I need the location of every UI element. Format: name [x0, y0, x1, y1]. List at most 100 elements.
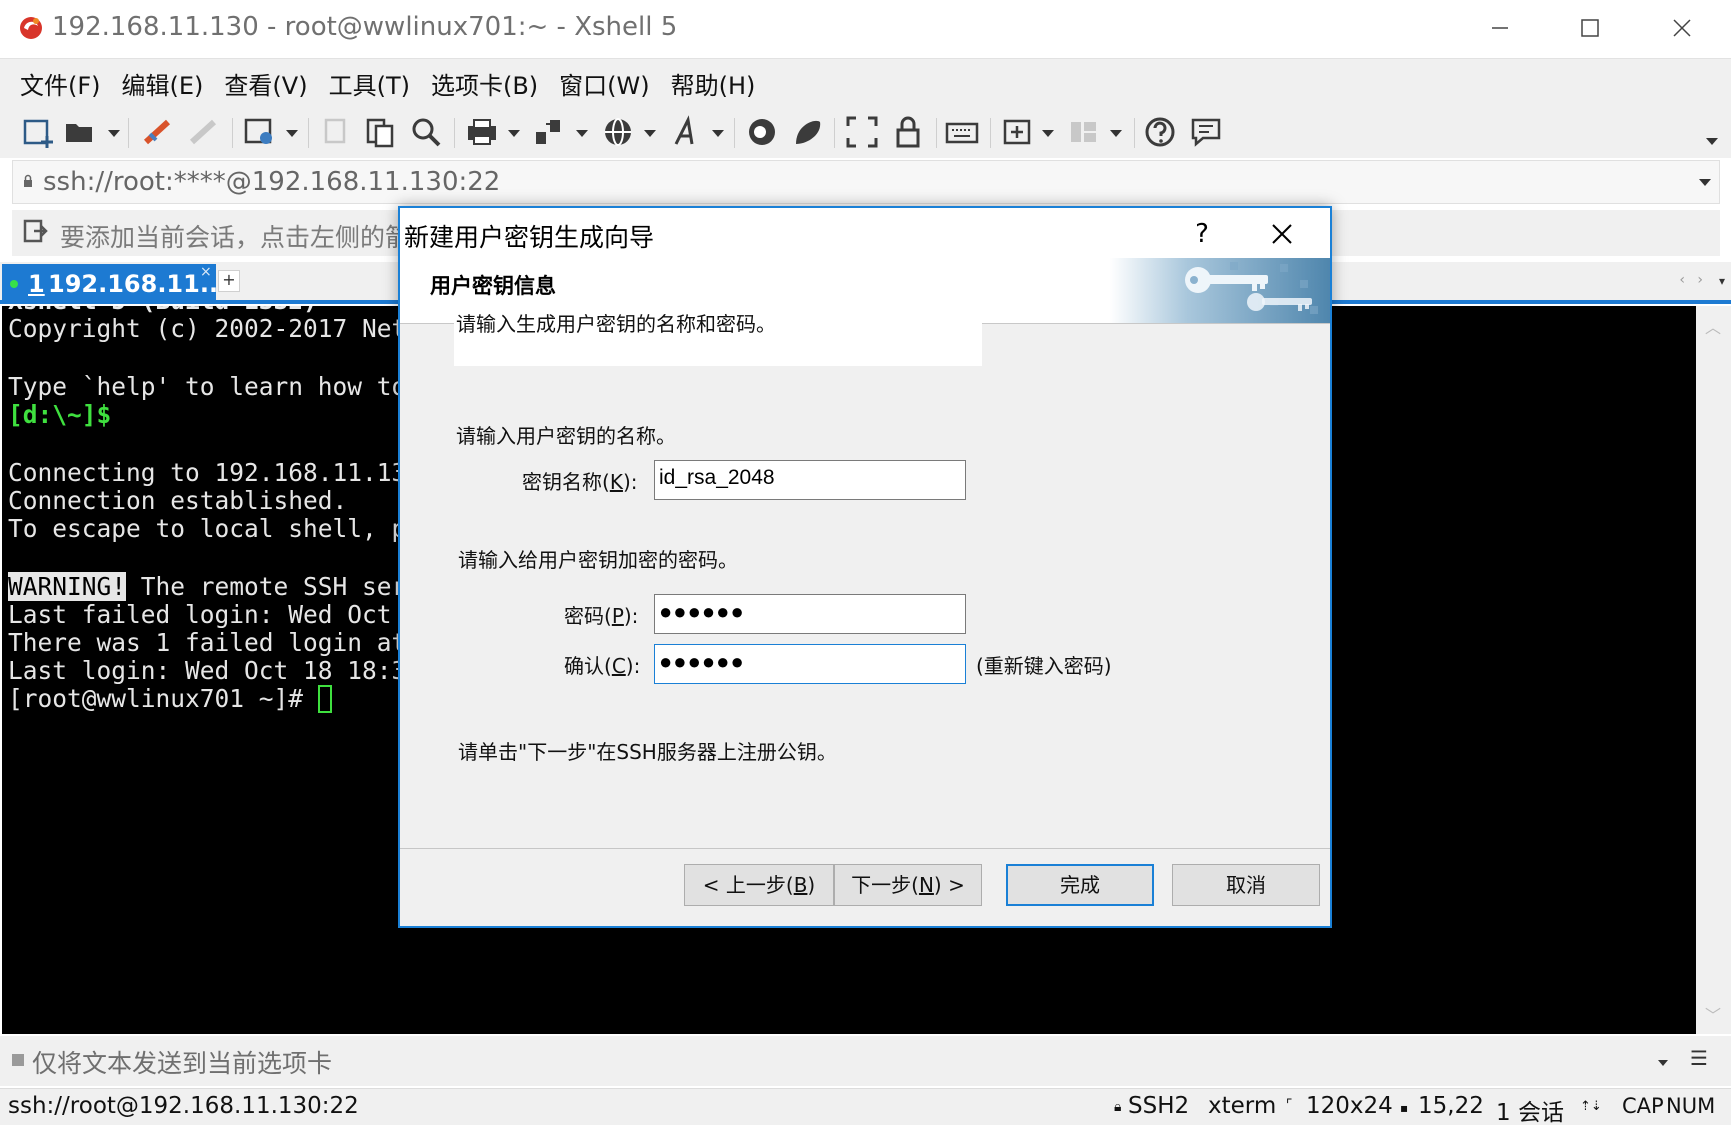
confirm-accelerator: C: [611, 654, 626, 678]
next-step-info: 请单击"下一步"在SSH服务器上注册公钥。: [458, 740, 837, 764]
maximize-button[interactable]: [1560, 8, 1620, 48]
menu-bar: 文件(F) 编辑(E) 查看(V) 工具(T) 选项卡(B) 窗口(W) 帮助(…: [0, 58, 1731, 108]
confirm-label-text: 确认(: [564, 654, 612, 678]
font-dropdown[interactable]: [712, 130, 724, 137]
compose-bar[interactable]: 仅将文本发送到当前选项卡 ☰: [0, 1036, 1731, 1086]
toolbar-separator: [1134, 118, 1135, 148]
new-session-icon[interactable]: [20, 114, 56, 150]
xagent-icon[interactable]: [790, 114, 826, 150]
xftp-icon[interactable]: [744, 114, 780, 150]
back-button[interactable]: < 上一步(B): [684, 864, 834, 906]
print-dropdown[interactable]: [508, 130, 520, 137]
maximize-icon: [1581, 19, 1599, 37]
menu-view[interactable]: 查看(V): [220, 66, 311, 101]
close-window-button[interactable]: [1652, 8, 1712, 48]
password-label: 密码(P):: [564, 600, 638, 629]
fullscreen-icon[interactable]: [844, 114, 880, 150]
print-icon[interactable]: [464, 114, 500, 150]
minimize-button[interactable]: [1470, 8, 1530, 48]
close-icon: [1673, 19, 1691, 37]
disconnect-icon[interactable]: [186, 114, 222, 150]
title-bar: 192.168.11.130 - root@wwlinux701:~ - Xsh…: [0, 0, 1731, 58]
transfer-dropdown[interactable]: [576, 130, 588, 137]
address-dropdown[interactable]: [1699, 179, 1711, 186]
back-button-label: < 上一步(: [702, 873, 794, 897]
menu-edit[interactable]: 编辑(E): [118, 66, 208, 101]
key-name-label-text: 密钥名称(: [522, 470, 610, 494]
transfer-arrows-icon: ⇡⇣: [1580, 1099, 1602, 1114]
key-name-label-suffix: ):: [622, 470, 638, 494]
open-dropdown[interactable]: [108, 130, 120, 137]
find-icon[interactable]: [408, 114, 444, 150]
menu-tools[interactable]: 工具(T): [325, 66, 414, 101]
cursor-position-icon: ▪: [1400, 1101, 1409, 1115]
globe-icon[interactable]: [600, 114, 636, 150]
minimize-icon: [1492, 27, 1508, 29]
layout-dropdown[interactable]: [1110, 130, 1122, 137]
compose-target-text[interactable]: 仅将文本发送到当前选项卡: [32, 1044, 332, 1080]
key-name-input[interactable]: id_rsa_2048: [654, 460, 966, 500]
dialog-help-button[interactable]: ?: [1182, 214, 1222, 254]
properties-icon[interactable]: [242, 114, 278, 150]
compose-dropdown[interactable]: [1658, 1060, 1668, 1066]
reconnect-icon[interactable]: [140, 114, 176, 150]
next-button[interactable]: 下一步(N) >: [834, 864, 982, 906]
dialog-divider: [400, 848, 1330, 849]
terminal-warning-line: WARNING! The remote SSH serv: [8, 572, 421, 601]
terminal-line: Connecting to 192.168.11.130: [8, 458, 422, 487]
menu-tab[interactable]: 选项卡(B): [427, 66, 542, 101]
terminal-line: There was 1 failed login att: [8, 628, 422, 657]
confirm-password-input[interactable]: ●●●●●●: [654, 644, 966, 684]
address-bar[interactable]: ssh://root:****@192.168.11.130:22: [12, 160, 1720, 204]
lock-icon[interactable]: [890, 114, 926, 150]
xshell-logo-icon: [20, 17, 42, 39]
add-session-arrow-icon[interactable]: [22, 218, 50, 246]
font-icon[interactable]: [668, 114, 704, 150]
keyboard-icon[interactable]: [944, 114, 980, 150]
status-protocol: SSH2: [1128, 1093, 1190, 1119]
add-tab-dropdown[interactable]: [1042, 130, 1054, 137]
next-button-label: 下一步(: [851, 873, 919, 897]
key-name-prompt: 请输入用户密钥的名称。: [456, 424, 676, 448]
terminal-scrollbar[interactable]: ︿ ﹀: [1696, 306, 1731, 1034]
new-tab-button[interactable]: +: [218, 270, 240, 292]
layout-icon[interactable]: [1066, 114, 1102, 150]
chat-icon[interactable]: [1188, 114, 1224, 150]
finish-button[interactable]: 完成: [1006, 864, 1154, 906]
scroll-down-icon[interactable]: ﹀: [1705, 1002, 1721, 1026]
tab-list-dropdown-icon[interactable]: ▾: [1719, 274, 1725, 288]
toolbar-separator: [308, 118, 309, 148]
compose-menu-icon[interactable]: ☰: [1690, 1046, 1708, 1070]
transfer-icon[interactable]: [532, 114, 568, 150]
tab-close-icon[interactable]: ×: [200, 264, 212, 280]
help-icon[interactable]: [1142, 114, 1178, 150]
back-button-suffix: ): [807, 873, 816, 897]
tab-number: 1: [28, 270, 45, 298]
tab-scroll-arrows-icon[interactable]: ‹ ›: [1679, 272, 1707, 288]
cancel-button[interactable]: 取消: [1172, 864, 1320, 906]
tab-session-1[interactable]: 1 192.168.11... ×: [2, 264, 227, 304]
password-label-text: 密码(: [564, 604, 612, 628]
dialog-title-bar: 新建用户密钥生成向导 ?: [400, 208, 1330, 258]
status-cursor-position: 15,22: [1418, 1093, 1484, 1119]
copy-icon[interactable]: [318, 114, 354, 150]
address-input[interactable]: ssh://root:****@192.168.11.130:22: [43, 167, 500, 197]
menu-window[interactable]: 窗口(W): [555, 66, 653, 101]
paste-icon[interactable]: [362, 114, 398, 150]
password-input[interactable]: ●●●●●●: [654, 594, 966, 634]
menu-file[interactable]: 文件(F): [16, 66, 105, 101]
add-tab-icon[interactable]: [1000, 114, 1036, 150]
status-bar: ssh://root@192.168.11.130:22 🔒︎ SSH2 xte…: [0, 1088, 1731, 1125]
scroll-up-icon[interactable]: ︿: [1705, 314, 1721, 338]
shell-prompt: [root@wwlinux701 ~]#: [8, 684, 318, 713]
globe-dropdown[interactable]: [644, 130, 656, 137]
terminal-line: To escape to local shell, pr: [8, 514, 422, 543]
warning-tag: WARNING!: [8, 572, 127, 601]
open-folder-icon[interactable]: [62, 114, 98, 150]
dialog-close-button[interactable]: [1262, 214, 1302, 254]
toolbar-overflow-dropdown[interactable]: [1706, 138, 1718, 145]
toolbar-separator: [990, 118, 991, 148]
status-sessions: 1 会话: [1496, 1100, 1564, 1125]
properties-dropdown[interactable]: [286, 130, 298, 137]
menu-help[interactable]: 帮助(H): [667, 66, 760, 101]
